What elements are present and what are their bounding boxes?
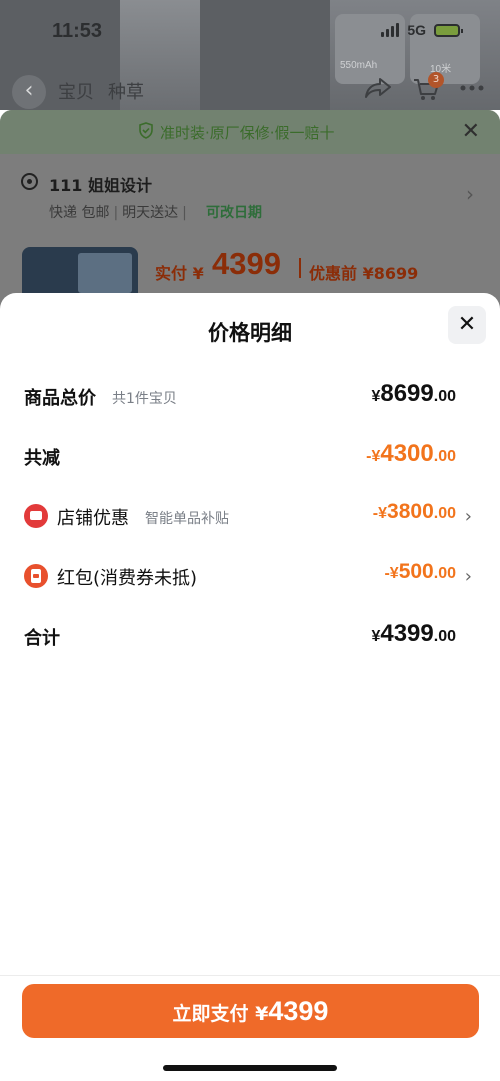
delivery-info: 快递 包邮 | 明天送达 | bbox=[49, 205, 187, 221]
tab-zhongcao[interactable]: 种草 bbox=[108, 78, 144, 104]
guarantee-text: 准时装·原厂保修·假一赔十 bbox=[160, 124, 335, 142]
change-date-link[interactable]: 可改日期 bbox=[206, 202, 262, 222]
row-amount: ¥4399.00 bbox=[371, 620, 456, 647]
row-amount: -¥3800.00 bbox=[372, 500, 456, 523]
row-label: 店铺优惠 bbox=[57, 508, 129, 529]
pay-button-label: 立即支付 ¥ bbox=[172, 1003, 269, 1025]
row-label: 共减 bbox=[24, 448, 60, 469]
background-card-text: 550mAh bbox=[340, 60, 378, 71]
pay-button-amount: 4399 bbox=[268, 996, 329, 1026]
row-total-discount: 共减 -¥4300.00 bbox=[0, 436, 500, 476]
status-time: 11:53 bbox=[52, 20, 103, 42]
back-icon[interactable]: ‹ bbox=[12, 75, 46, 109]
location-icon bbox=[21, 173, 38, 190]
background-product-header: 550mAh 10米 11:53 5G ‹ 宝贝 种草 3 bbox=[0, 0, 500, 110]
sheet-title: 价格明细 bbox=[208, 321, 292, 345]
shop-icon bbox=[24, 504, 48, 528]
row-sub: 共1件宝贝 bbox=[112, 391, 177, 407]
chevron-right-icon[interactable]: › bbox=[466, 182, 474, 206]
row-amount: ¥8699.00 bbox=[371, 380, 456, 407]
cart-badge: 3 bbox=[428, 72, 444, 88]
row-amount: -¥500.00 bbox=[384, 560, 456, 583]
shield-icon bbox=[139, 122, 153, 139]
divider bbox=[0, 975, 500, 976]
battery-icon bbox=[434, 23, 463, 37]
tab-baobei[interactable]: 宝贝 bbox=[58, 78, 94, 104]
close-icon: ✕ bbox=[457, 312, 477, 337]
home-indicator bbox=[163, 1065, 337, 1071]
close-icon[interactable]: ✕ bbox=[462, 119, 480, 144]
row-amount: -¥4300.00 bbox=[366, 440, 456, 467]
red-packet-icon bbox=[24, 564, 48, 588]
row-sub: 智能单品补贴 bbox=[145, 511, 229, 527]
close-button[interactable]: ✕ bbox=[448, 306, 486, 344]
divider bbox=[299, 258, 301, 278]
pay-amount: 4399 bbox=[212, 246, 281, 281]
row-shop-discount[interactable]: 店铺优惠 智能单品补贴 -¥3800.00 › bbox=[0, 496, 500, 536]
row-grand-total: 合计 ¥4399.00 bbox=[0, 616, 500, 656]
row-label: 商品总价 bbox=[24, 388, 96, 409]
network-label: 5G bbox=[407, 22, 426, 38]
price-before-discount: 优惠前 ¥8699 bbox=[309, 264, 419, 283]
order-confirm-sheet: 准时装·原厂保修·假一赔十 ✕ 111 姐姐设计 快递 包邮 | 明天送达 | 可改日… bbox=[0, 110, 500, 310]
delivery-eta: 明天送达 bbox=[122, 205, 179, 221]
row-label: 合计 bbox=[24, 628, 60, 649]
signal-icon bbox=[381, 23, 400, 37]
pay-now-button[interactable]: 立即支付 ¥4399 bbox=[22, 984, 479, 1038]
address-name[interactable]: 111 姐姐设计 bbox=[49, 172, 152, 196]
row-red-packet[interactable]: 红包(消费券未抵) -¥500.00 › bbox=[0, 556, 500, 596]
share-icon[interactable] bbox=[362, 76, 394, 104]
chevron-right-icon[interactable]: › bbox=[465, 506, 472, 527]
more-icon[interactable] bbox=[456, 74, 488, 102]
chevron-right-icon[interactable]: › bbox=[465, 566, 472, 587]
pay-label: 实付 ¥ bbox=[155, 264, 204, 283]
row-label: 红包(消费券未抵) bbox=[57, 568, 198, 589]
row-total-price: 商品总价 共1件宝贝 ¥8699.00 bbox=[0, 376, 500, 416]
status-icons: 5G bbox=[381, 22, 463, 38]
delivery-shipping: 快递 包邮 bbox=[49, 205, 110, 221]
price-detail-sheet: 价格明细 ✕ 商品总价 共1件宝贝 ¥8699.00 共减 -¥4300.00 … bbox=[0, 293, 500, 1081]
guarantee-banner: 准时装·原厂保修·假一赔十 ✕ bbox=[0, 110, 500, 154]
